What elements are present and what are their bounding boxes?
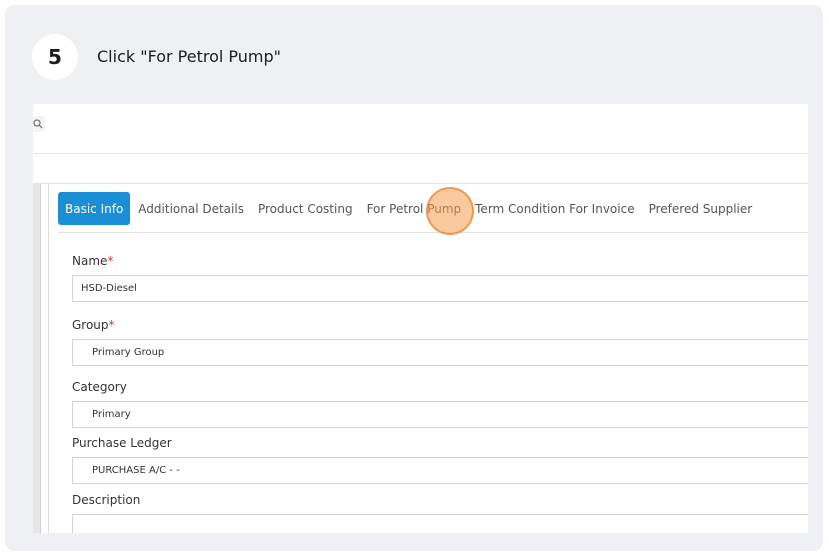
click-target-highlight [426,187,474,235]
description-label: Description [72,493,141,507]
tab-bar: Basic Info Additional Details Product Co… [58,192,759,225]
tab-term-condition-for-invoice[interactable]: Term Condition For Invoice [468,192,641,225]
search-icon[interactable] [33,116,45,132]
screenshot-area: Basic Info Additional Details Product Co… [33,104,808,533]
group-label: Group* [72,318,115,332]
purchase-ledger-label: Purchase Ledger [72,436,172,450]
required-mark: * [107,254,114,268]
name-field[interactable]: HSD-Diesel [72,275,808,302]
tab-prefered-supplier[interactable]: Prefered Supplier [642,192,760,225]
name-label: Name* [72,254,113,268]
group-select[interactable]: Primary Group [72,339,808,366]
purchase-ledger-select[interactable]: PURCHASE A/C - - [72,457,808,484]
required-mark: * [108,318,115,332]
tab-additional-details[interactable]: Additional Details [131,192,251,225]
tab-divider [58,232,808,233]
group-label-text: Group [72,318,109,332]
name-label-text: Name [72,254,108,268]
tab-product-costing[interactable]: Product Costing [251,192,360,225]
step-card: 5 Click "For Petrol Pump" Basic Info Add… [5,5,823,551]
tab-basic-info[interactable]: Basic Info [58,192,131,225]
category-select[interactable]: Primary [72,401,808,428]
product-form-panel: Basic Info Additional Details Product Co… [48,184,808,533]
category-label: Category [72,380,127,394]
left-rail [33,184,41,533]
secondary-toolbar [33,154,808,184]
step-number-badge: 5 [32,34,78,80]
top-toolbar [33,104,808,154]
step-instruction: Click "For Petrol Pump" [97,47,282,66]
description-field[interactable] [72,514,808,533]
